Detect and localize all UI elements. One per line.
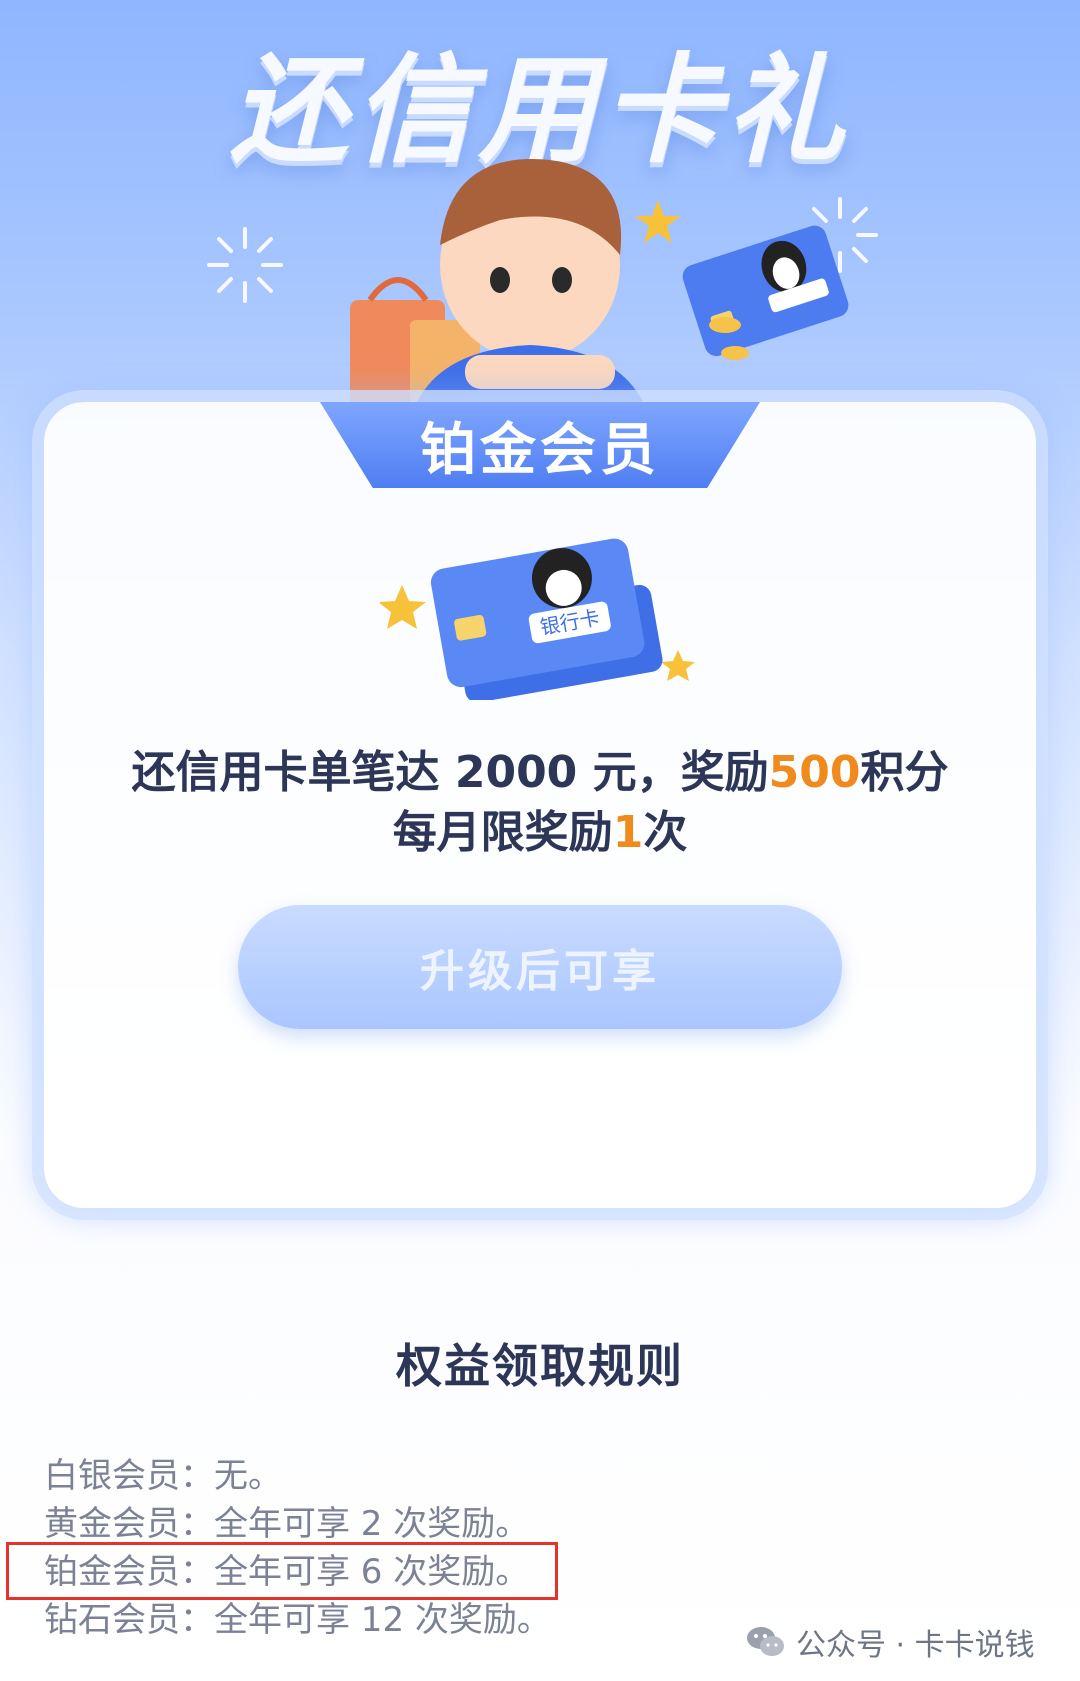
- reward-count: 1: [612, 807, 644, 858]
- tier-badge: 铂金会员: [320, 402, 760, 488]
- rule-item-gold: 黄金会员：全年可享 2 次奖励。: [44, 1496, 529, 1545]
- watermark-text: 公众号 · 卡卡说钱: [796, 1628, 1035, 1663]
- watermark: 公众号 · 卡卡说钱: [746, 1620, 1035, 1664]
- rule-tier: 黄金会员：: [44, 1504, 214, 1544]
- reward-points: 500: [768, 747, 861, 798]
- rules-title: 权益领取规则: [396, 1339, 684, 1393]
- rule-tier: 白银会员：: [44, 1456, 214, 1496]
- sparkle-left-icon: [207, 227, 283, 303]
- rule-text: 全年可享 12 次奖励。: [214, 1600, 551, 1640]
- reward-line2-suffix: 次: [643, 807, 688, 858]
- rule-text: 全年可享 2 次奖励。: [214, 1504, 530, 1544]
- rule-tier: 钻石会员：: [44, 1600, 214, 1640]
- upgrade-button[interactable]: 升级后可享: [238, 905, 842, 1029]
- rule-item-silver: 白银会员：无。: [44, 1448, 282, 1497]
- wechat-icon: [747, 1627, 784, 1656]
- reward-line1-suffix: 积分: [860, 747, 949, 798]
- reward-description: 还信用卡单笔达 2000 元，奖励500积分: [0, 736, 1080, 800]
- mascot-illustration: [350, 159, 849, 420]
- bank-card-penguin-icon: 银行卡: [380, 538, 695, 700]
- reward-limit: 每月限奖励1次: [0, 796, 1080, 860]
- reward-line1-prefix: 还信用卡单笔达 2000 元，奖励: [131, 747, 769, 798]
- reward-line2-prefix: 每月限奖励: [392, 807, 613, 858]
- rule-text: 无。: [214, 1456, 282, 1496]
- tier-badge-label: 铂金会员: [420, 417, 660, 483]
- highlight-annotation-box: [6, 1542, 558, 1600]
